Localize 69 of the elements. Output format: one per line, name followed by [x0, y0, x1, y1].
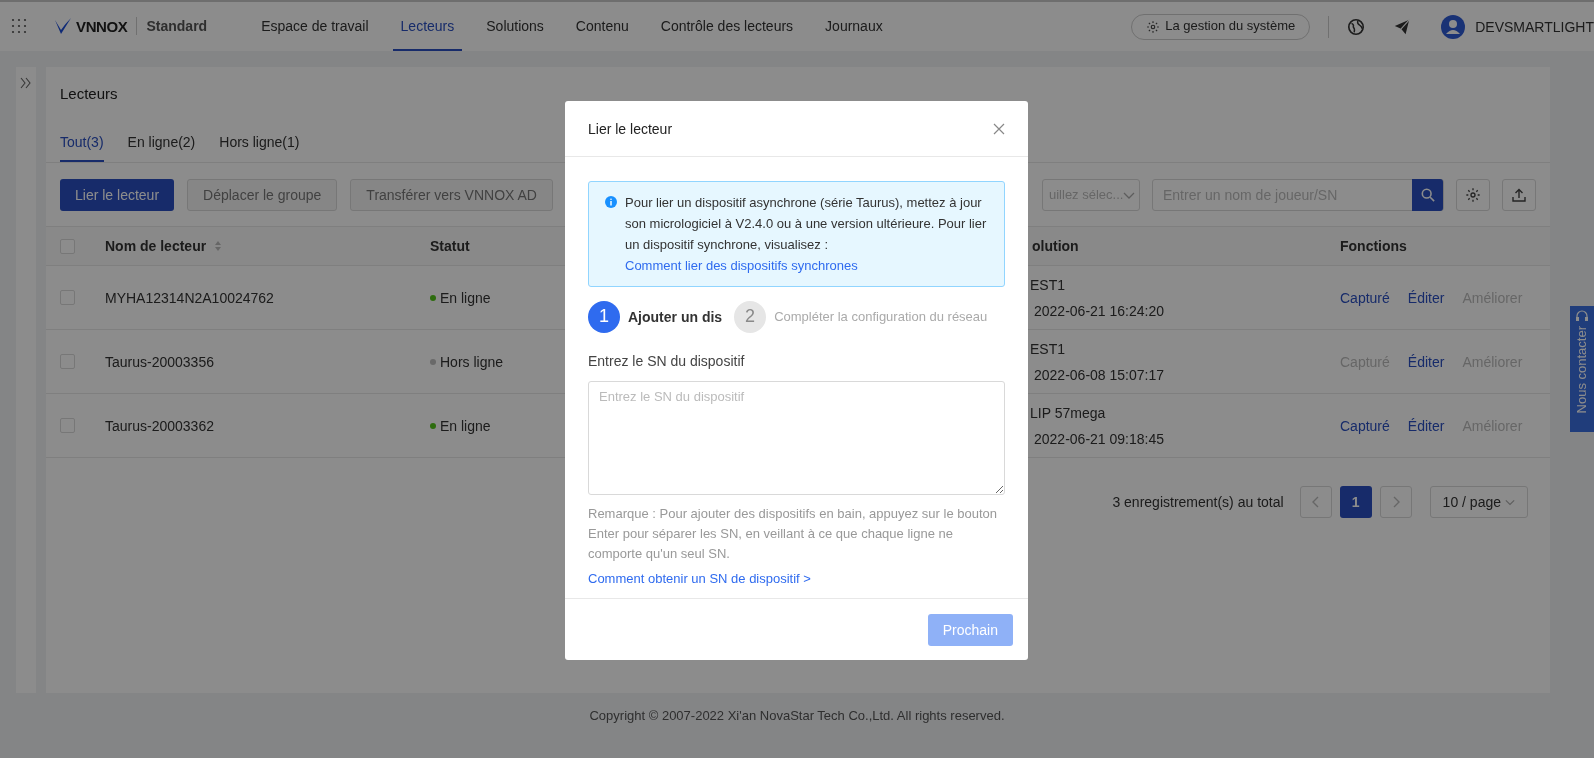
- user-name[interactable]: DEVSMARTLIGHT: [1475, 16, 1594, 37]
- info-link[interactable]: Comment lier des dispositifs synchrones: [625, 258, 858, 273]
- info-text: Pour lier un dispositif asynchrone (série Taurus), mettez à jour son micrologiciel à V2.4.0 ou à une version ultérieure. Pour lier un dispositif synchrone, visualisez : Comment lier des dispositifs synchrones: [625, 194, 988, 275]
- nav-tab[interactable]: Contrôle des lecteurs: [652, 2, 802, 51]
- close-icon[interactable]: [993, 122, 1005, 135]
- chevron-left-icon: [1311, 496, 1320, 509]
- page-size-select[interactable]: 10 / page: [1429, 486, 1528, 519]
- globe-icon[interactable]: [1347, 17, 1366, 36]
- table-cell-text: Taurus-20003362: [105, 416, 215, 436]
- chevron-down-icon: [1505, 497, 1515, 508]
- headset-icon: [1575, 310, 1589, 324]
- action-link[interactable]: Capturé: [1340, 287, 1390, 308]
- step-label: Ajouter un dis: [628, 308, 723, 327]
- column-header: Fonctions: [1340, 237, 1408, 257]
- sn-input-field[interactable]: Entrez le SN du dispositif: [588, 381, 1005, 495]
- toolbar-button[interactable]: Lier le lecteur: [60, 178, 175, 211]
- table-cell-text: 2022-06-08 15:07:17: [1033, 365, 1165, 385]
- table-cell-text: Taurus-20003356: [105, 352, 215, 372]
- filter-tab[interactable]: Tout(3): [60, 132, 104, 163]
- step-number: 2: [734, 301, 767, 333]
- action-link[interactable]: Éditer: [1407, 287, 1445, 308]
- field-label: Entrez le SN du dispositif: [588, 352, 746, 371]
- nav-tab[interactable]: Contenu: [567, 2, 637, 51]
- nav-tab[interactable]: Lecteurs: [392, 2, 463, 51]
- search-button[interactable]: [1412, 178, 1443, 211]
- filter-tab[interactable]: En ligne(2): [127, 132, 196, 163]
- action-link[interactable]: Éditer: [1407, 415, 1445, 436]
- table-cell-text: EST1: [1030, 339, 1066, 359]
- user-avatar-icon[interactable]: [1441, 14, 1466, 39]
- step-label: Compléter la configuration du réseau: [774, 307, 988, 326]
- settings-button[interactable]: [1456, 178, 1490, 211]
- chevron-right-icon: [1391, 496, 1400, 509]
- brand-name: VNNOX: [76, 16, 128, 37]
- table-cell-text: 2022-06-21 09:18:45: [1033, 429, 1165, 449]
- settings-icon: [1465, 186, 1481, 203]
- info-icon: [605, 196, 617, 208]
- filter-tab[interactable]: Hors ligne(1): [219, 132, 300, 163]
- table-cell-text: 2022-06-21 16:24:20: [1033, 301, 1165, 321]
- action-link[interactable]: Éditer: [1407, 351, 1445, 372]
- status-text: En ligne: [440, 416, 491, 436]
- status-text: En ligne: [440, 288, 491, 308]
- upload-icon: [1512, 187, 1526, 202]
- column-header: Statut: [430, 237, 471, 257]
- copyright-text: Copyright © 2007-2022 Xi'an NovaStar Tech Co.,Ltd. All rights reserved.: [588, 707, 1006, 725]
- help-link[interactable]: Comment obtenir un SN de dispositif >: [588, 570, 811, 589]
- nav-tab[interactable]: Espace de travail: [253, 2, 377, 51]
- page-button[interactable]: 1: [1339, 486, 1372, 519]
- page-title: Lecteurs: [59, 84, 119, 104]
- total-count: 3 enregistrement(s) au total: [1112, 493, 1284, 513]
- export-button[interactable]: [1502, 178, 1536, 211]
- status-text: Hors ligne: [440, 352, 504, 372]
- table-cell-text: LIP 57mega: [1030, 403, 1107, 423]
- contact-tab[interactable]: Nous contacter: [1570, 306, 1594, 432]
- apps-grid-icon[interactable]: [11, 17, 29, 36]
- note-text: Remarque : Pour ajouter des dispositifs en bain, appuyez sur le bouton Enter pour séparer les SN, en veillant à ce que chaque ligne ne comporte qu'un seul SN.: [588, 505, 999, 563]
- search-icon: [1420, 187, 1435, 202]
- send-icon[interactable]: [1393, 17, 1412, 36]
- table-cell-text: MYHA12314N2A10024762: [105, 288, 275, 308]
- nav-tab[interactable]: Solutions: [478, 2, 552, 51]
- nav-tab[interactable]: Journaux: [817, 2, 891, 51]
- step-number: 1: [588, 301, 620, 333]
- sort-icon[interactable]: [214, 240, 223, 253]
- action-link[interactable]: Capturé: [1340, 415, 1390, 436]
- dialog-title: Lier le lecteur: [588, 119, 673, 139]
- gear-icon: [1146, 19, 1161, 34]
- column-header: olution: [1031, 237, 1080, 257]
- table-cell-text: EST1: [1030, 275, 1066, 295]
- edition-label: Standard: [146, 17, 208, 37]
- column-header: Nom de lecteur: [105, 237, 207, 257]
